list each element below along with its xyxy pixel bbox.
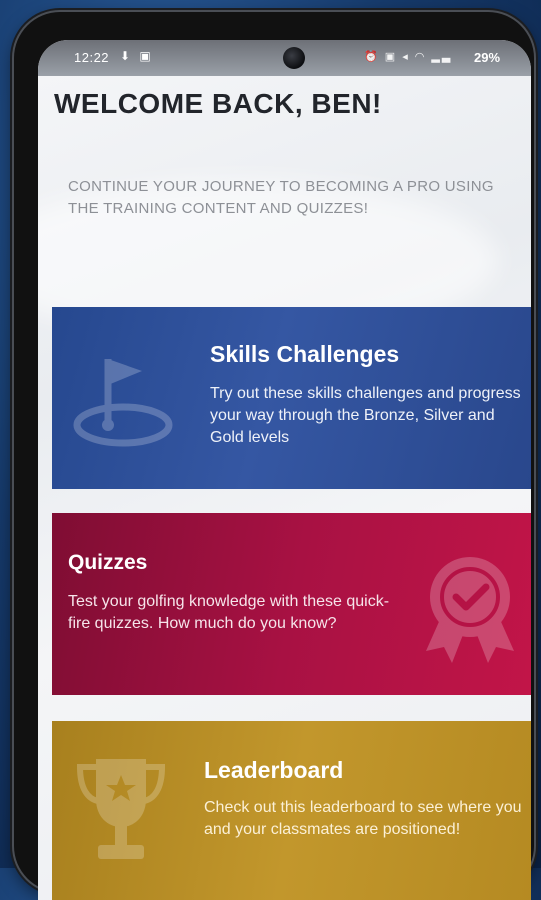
welcome-heading: WELCOME BACK, BEN!	[54, 88, 382, 119]
golf-flag-icon	[73, 359, 173, 447]
status-bar: 12:22 ⬇ ▣ ⏰ ▣ ◂ ◠ ▂▃ 29%	[38, 40, 531, 76]
quizzes-title: Quizzes	[68, 551, 148, 574]
skills-description: Try out these skills challenges and prog…	[210, 385, 521, 446]
skills-title: Skills Challenges	[210, 341, 400, 367]
badge-check-icon	[426, 557, 514, 663]
leaderboard-card[interactable]: Leaderboard Check out this leaderboard t…	[52, 721, 531, 900]
quizzes-card[interactable]: Quizzes Test your golfing knowledge with…	[52, 513, 531, 695]
intro-text: CONTINUE YOUR JOURNEY TO BECOMING A PRO …	[68, 178, 494, 217]
app-screen: 12:22 ⬇ ▣ ⏰ ▣ ◂ ◠ ▂▃ 29% WELCOME BACK, B…	[38, 40, 531, 900]
skills-challenges-card[interactable]: Skills Challenges Try out these skills c…	[52, 307, 531, 489]
system-icons: ⏰ ▣ ◂ ◠ ▂▃	[364, 51, 453, 63]
battery-level: 29%	[474, 50, 501, 65]
front-camera	[283, 47, 305, 69]
leaderboard-title: Leaderboard	[204, 757, 344, 783]
quizzes-description: Test your golfing knowledge with these q…	[68, 593, 390, 632]
status-time: 12:22	[74, 50, 110, 65]
leaderboard-description: Check out this leaderboard to see where …	[204, 799, 522, 838]
trophy-icon	[76, 759, 166, 859]
notification-icons: ⬇ ▣	[120, 49, 154, 63]
phone-frame: 12:22 ⬇ ▣ ⏰ ▣ ◂ ◠ ▂▃ 29% WELCOME BACK, B…	[14, 12, 534, 900]
